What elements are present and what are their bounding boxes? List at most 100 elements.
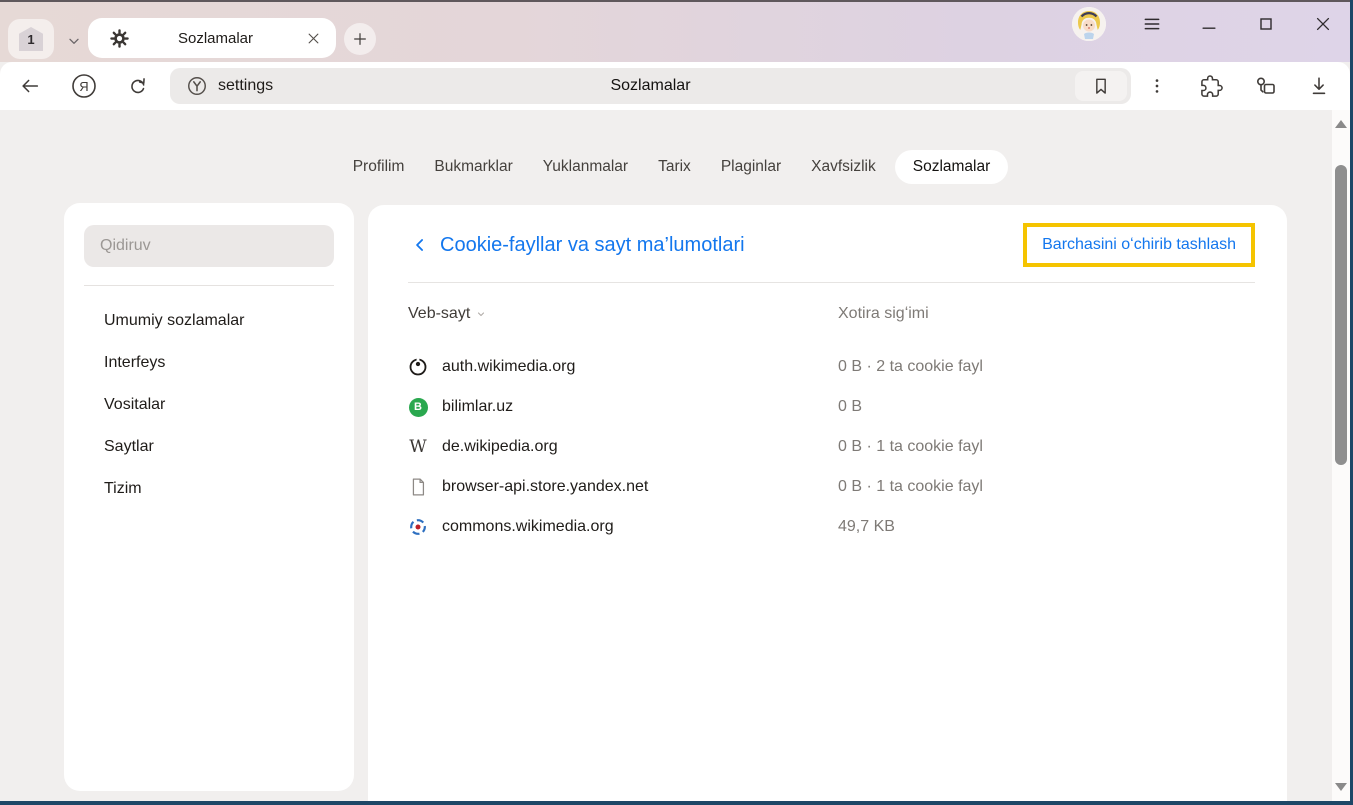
bookmark-button[interactable] [1075,71,1127,101]
site-storage: 0 B · 2 ta cookie fayl [838,358,983,376]
maximize-button[interactable] [1255,13,1277,35]
address-bar[interactable]: settings Sozlamalar [170,68,1131,104]
gear-icon [110,29,129,48]
hamburger-icon [1142,14,1162,34]
password-manager-button[interactable] [1247,68,1283,104]
tab-tarix[interactable]: Tarix [647,150,702,184]
tab-xavfsizlik[interactable]: Xavfsizlik [800,150,887,184]
back-button[interactable] [408,233,432,257]
new-tab-button[interactable] [344,23,376,55]
site-domain: browser-api.store.yandex.net [442,478,648,496]
wikipedia-favicon: W [408,437,428,457]
tab-counter-button[interactable]: 1 [8,19,54,59]
site-column-header: Veb-sayt [408,305,470,323]
scroll-down-arrow[interactable] [1335,783,1347,791]
sort-chevron-icon [475,308,487,320]
scrollbar[interactable] [1332,110,1350,801]
reload-button[interactable] [120,68,156,104]
toolbar-right-cluster [1139,68,1337,104]
sidebar-item-vositalar[interactable]: Vositalar [64,384,354,426]
chevron-left-icon [410,235,430,255]
table-row[interactable]: commons.wikimedia.org 49,7 KB [408,507,1255,547]
more-options-button[interactable] [1139,68,1175,104]
tab-plaginlar[interactable]: Plaginlar [710,150,792,184]
table-header: Veb-sayt Xotira sigʻimi [408,301,1255,327]
minimize-button[interactable] [1198,13,1220,35]
tab-bukmarklar[interactable]: Bukmarklar [423,150,523,184]
downloads-button[interactable] [1301,68,1337,104]
site-domain: de.wikipedia.org [442,438,558,456]
site-domain: bilimlar.uz [442,398,513,416]
bookmark-icon [1091,76,1111,96]
storage-column-header: Xotira sigʻimi [838,305,929,323]
minimize-icon [1199,14,1219,34]
table-row[interactable]: B bilimlar.uz 0 B [408,387,1255,427]
site-domain: commons.wikimedia.org [442,518,614,536]
svg-text:Я: Я [79,79,88,94]
panel-title: Cookie-fayllar va sayt ma’lumotlari [440,234,745,257]
scrollbar-thumb[interactable] [1335,165,1347,465]
panel-divider [408,282,1255,283]
tab-list-chevron-button[interactable] [60,27,88,55]
site-column-sort[interactable]: Veb-sayt [408,305,487,323]
close-icon [1313,14,1333,34]
yandex-home-button[interactable]: Я [66,68,102,104]
arrow-left-icon [19,75,41,97]
delete-all-button[interactable]: Barchasini oʻchirib tashlash [1023,223,1255,267]
commons-favicon [408,517,428,537]
kebab-menu-icon [1147,76,1167,96]
cookies-panel: Cookie-fayllar va sayt ma’lumotlari Barc… [368,205,1287,801]
tab-count-badge: 1 [19,27,43,51]
table-row[interactable]: auth.wikimedia.org 0 B · 2 ta cookie fay… [408,347,1255,387]
search-input[interactable] [84,225,334,267]
site-storage: 49,7 KB [838,518,895,536]
sidebar-divider [84,285,334,286]
settings-page: Profilim Bukmarklar Yuklanmalar Tarix Pl… [0,110,1350,801]
yandex-logo-icon: Я [69,71,99,101]
extensions-button[interactable] [1193,68,1229,104]
settings-sidebar: Umumiy sozlamalar Interfeys Vositalar Sa… [64,203,354,791]
document-favicon [408,477,428,497]
site-storage: 0 B · 1 ta cookie fayl [838,478,983,496]
tab-bar: 1 Sozlamalar [0,0,1350,62]
sidebar-item-umumiy-sozlamalar[interactable]: Umumiy sozlamalar [64,300,354,342]
download-icon [1308,75,1330,97]
bilimlar-favicon: B [408,397,428,417]
sidebar-item-interfeys[interactable]: Interfeys [64,342,354,384]
menu-button[interactable] [1141,13,1163,35]
maximize-icon [1256,14,1276,34]
tab-profilim[interactable]: Profilim [342,150,416,184]
tab-count: 1 [27,32,34,47]
settings-nav-tabs: Profilim Bukmarklar Yuklanmalar Tarix Pl… [0,148,1350,186]
plus-icon [352,31,368,47]
sidebar-item-tizim[interactable]: Tizim [64,468,354,510]
tab-yuklanmalar[interactable]: Yuklanmalar [532,150,639,184]
site-storage: 0 B [838,398,862,416]
panel-header: Cookie-fayllar va sayt ma’lumotlari Barc… [408,221,1255,269]
back-navigation-button[interactable] [12,68,48,104]
close-tab-icon[interactable] [302,27,324,49]
puzzle-icon [1200,75,1223,98]
close-window-button[interactable] [1312,13,1334,35]
reload-icon [127,75,149,97]
window-controls [1072,6,1334,42]
site-domain: auth.wikimedia.org [442,358,575,376]
chevron-down-icon [66,33,82,49]
address-value: settings [218,77,273,95]
avatar[interactable] [1072,7,1106,41]
browser-window: 1 Sozlamalar [0,0,1353,805]
site-table: auth.wikimedia.org 0 B · 2 ta cookie fay… [408,347,1255,547]
wikimedia-favicon [408,357,428,377]
browser-toolbar: Я settings Sozlamalar [0,62,1350,110]
table-row[interactable]: browser-api.store.yandex.net 0 B · 1 ta … [408,467,1255,507]
tab-sozlamalar[interactable]: Sozlamalar [895,150,1009,184]
sidebar-list: Umumiy sozlamalar Interfeys Vositalar Sa… [64,300,354,510]
browser-tab-settings[interactable]: Sozlamalar [88,18,336,58]
table-row[interactable]: W de.wikipedia.org 0 B · 1 ta cookie fay… [408,427,1255,467]
key-card-icon [1253,74,1277,98]
sidebar-item-saytlar[interactable]: Saytlar [64,426,354,468]
page-title: Sozlamalar [170,77,1131,95]
site-storage: 0 B · 1 ta cookie fayl [838,438,983,456]
scroll-up-arrow[interactable] [1335,120,1347,128]
tab-title: Sozlamalar [129,30,302,47]
